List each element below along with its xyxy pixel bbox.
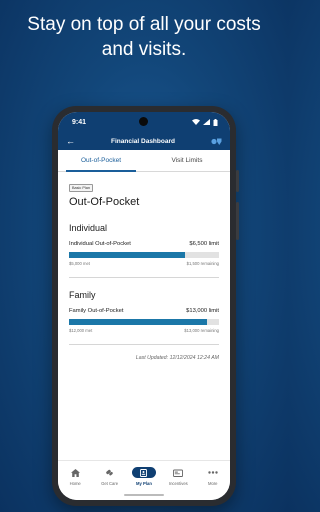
- shield-icon[interactable]: [211, 138, 222, 145]
- status-icons: [192, 118, 218, 126]
- tab-out-of-pocket[interactable]: Out-of-Pocket: [58, 150, 144, 172]
- nav-item-my-plan[interactable]: My Plan: [129, 467, 159, 486]
- bottom-nav: Home Get Care My Plan Incentives More: [58, 460, 230, 500]
- page-title: Out-Of-Pocket: [69, 196, 140, 208]
- progress-fill: [69, 319, 207, 325]
- remaining-amount: $13,000 remaining: [184, 328, 219, 333]
- id-card-icon: [131, 467, 156, 478]
- phone-frame: 9:41 ← Financial Dashboard Out-of-Pocket…: [52, 106, 239, 506]
- section-title: Family: [69, 290, 96, 300]
- nav-label: Get Care: [101, 481, 119, 486]
- progress-bar: [69, 252, 219, 258]
- item-limit: $13,000 limit: [186, 308, 219, 314]
- wallet-icon: [173, 467, 184, 478]
- item-limit: $6,500 limit: [189, 241, 219, 247]
- stethoscope-icon: [105, 467, 114, 478]
- wifi-icon: [192, 119, 200, 125]
- last-updated: Last Updated: 12/12/2024 12:24 AM: [135, 355, 219, 361]
- remaining-amount: $1,500 remaining: [186, 261, 219, 266]
- tab-visit-limits[interactable]: Visit Limits: [144, 150, 230, 171]
- nav-label: Incentives: [168, 481, 188, 486]
- tab-bar: Out-of-Pocket Visit Limits: [58, 150, 230, 172]
- phone-screen: 9:41 ← Financial Dashboard Out-of-Pocket…: [58, 112, 230, 500]
- nav-label: Home: [69, 481, 81, 486]
- battery-icon: [213, 118, 218, 126]
- progress-bar: [69, 319, 219, 325]
- status-time: 9:41: [72, 118, 87, 126]
- arrow-left-icon[interactable]: ←: [66, 136, 75, 146]
- plan-badge: Basic Plan: [69, 184, 93, 192]
- divider: [69, 344, 219, 345]
- item-label: Individual Out-of-Pocket: [69, 241, 131, 247]
- signal-icon: [203, 119, 210, 125]
- item-label: Family Out-of-Pocket: [69, 308, 124, 314]
- divider: [69, 277, 219, 278]
- more-dots-icon: [208, 467, 218, 478]
- nav-label: More: [207, 481, 218, 486]
- section-title: Individual: [69, 223, 108, 233]
- nav-item-more[interactable]: More: [198, 467, 228, 486]
- content-area: Basic Plan Out-Of-Pocket Individual Indi…: [58, 172, 230, 361]
- home-indicator: [124, 494, 164, 496]
- volume-button: [236, 202, 239, 240]
- nav-item-home[interactable]: Home: [60, 467, 90, 486]
- nav-item-incentives[interactable]: Incentives: [163, 467, 193, 486]
- met-amount: $5,000 met: [69, 261, 90, 266]
- header-title: Financial Dashboard: [111, 137, 175, 145]
- power-button: [236, 170, 239, 192]
- status-bar: 9:41: [58, 112, 230, 132]
- camera-hole: [139, 117, 148, 126]
- app-header: ← Financial Dashboard: [58, 132, 230, 150]
- nav-label: My Plan: [136, 481, 152, 486]
- marketing-headline: Stay on top of all your costs and visits…: [27, 14, 261, 60]
- progress-fill: [69, 252, 185, 258]
- section-family: Family Family Out-of-Pocket $13,000 limi…: [69, 290, 219, 345]
- section-individual: Individual Individual Out-of-Pocket $6,5…: [69, 223, 219, 278]
- met-amount: $12,000 met: [69, 328, 93, 333]
- home-icon: [70, 467, 80, 478]
- nav-item-get-care[interactable]: Get Care: [95, 467, 125, 486]
